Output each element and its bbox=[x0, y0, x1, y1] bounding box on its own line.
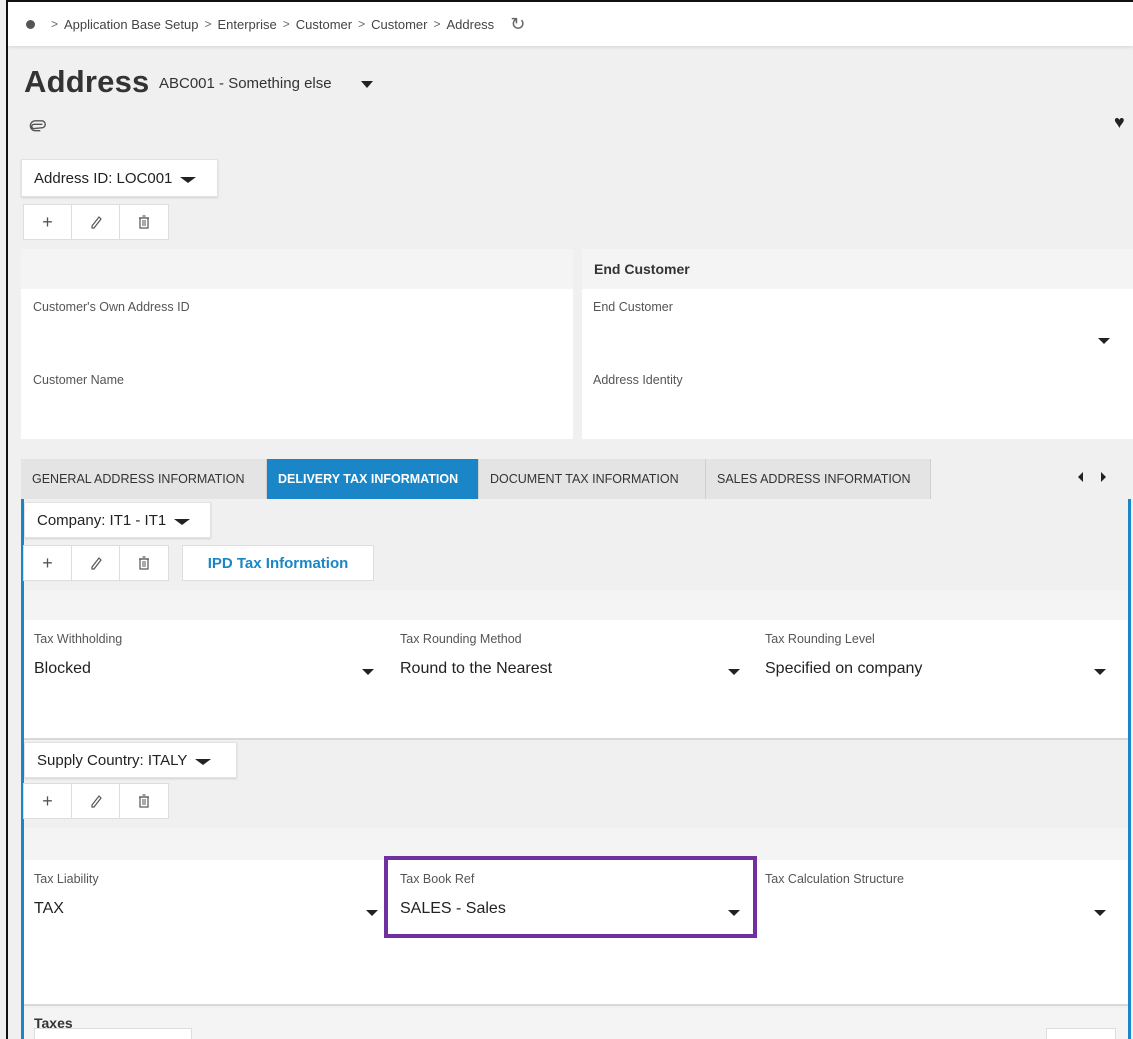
plus-icon[interactable]: + bbox=[24, 205, 72, 239]
end-customer-panel: End Customer End Customer Address Identi… bbox=[582, 249, 1133, 439]
taxes-toolbar-right bbox=[1046, 1028, 1116, 1039]
tab-general-address-information[interactable]: GENERAL ADDRESS INFORMATION bbox=[21, 459, 267, 499]
chevron-down-icon[interactable] bbox=[1098, 338, 1110, 344]
breadcrumb-item-address: Address bbox=[446, 16, 495, 32]
tax-calculation-structure-label: Tax Calculation Structure bbox=[765, 872, 904, 886]
trash-icon[interactable] bbox=[120, 784, 168, 818]
tax-rounding-method-label: Tax Rounding Method bbox=[400, 632, 522, 646]
page-title: Address bbox=[24, 64, 150, 99]
tax-liability-label: Tax Liability bbox=[34, 872, 99, 886]
chevron-down-icon[interactable] bbox=[366, 910, 378, 916]
end-customer-label: End Customer bbox=[593, 300, 673, 314]
tax-withholding-field[interactable]: Blocked bbox=[34, 660, 91, 678]
chevron-down-icon[interactable] bbox=[362, 669, 374, 675]
breadcrumb-separator: > bbox=[433, 17, 441, 31]
tax-rounding-level-field[interactable]: Specified on company bbox=[765, 660, 922, 678]
tab-document-tax-information[interactable]: DOCUMENT TAX INFORMATION bbox=[479, 459, 706, 499]
supply-toolbar: + bbox=[23, 783, 169, 819]
tab-content-border-right bbox=[1128, 499, 1131, 1039]
breadcrumb: > Application Base Setup > Enterprise > … bbox=[8, 2, 1133, 46]
pencil-icon[interactable] bbox=[72, 205, 120, 239]
tab-sales-address-information[interactable]: SALES ADDRESS INFORMATION bbox=[706, 459, 931, 499]
breadcrumb-item-customer-2[interactable]: Customer bbox=[371, 17, 427, 32]
supply-country-selector[interactable]: Supply Country: ITALY bbox=[24, 742, 237, 778]
breadcrumb-separator: > bbox=[282, 17, 290, 31]
chevron-down-icon[interactable] bbox=[1094, 910, 1106, 916]
arrow-right-icon[interactable] bbox=[1101, 472, 1106, 482]
company-toolbar: + bbox=[23, 545, 169, 581]
chevron-down-icon bbox=[174, 519, 191, 525]
tax-rounding-level-label: Tax Rounding Level bbox=[765, 632, 875, 646]
address-id-selector[interactable]: Address ID: LOC001 bbox=[21, 159, 218, 197]
paperclip-icon[interactable] bbox=[21, 113, 50, 142]
chevron-down-icon bbox=[195, 759, 212, 765]
tax-rounding-method-field[interactable]: Round to the Nearest bbox=[400, 660, 552, 678]
tab-scroll-arrows bbox=[1078, 472, 1106, 482]
breadcrumb-separator: > bbox=[204, 17, 212, 31]
address-id-label: Address ID: LOC001 bbox=[34, 169, 173, 187]
divider bbox=[24, 738, 1128, 740]
pencil-icon[interactable] bbox=[72, 784, 120, 818]
company-label: Company: IT1 - IT1 bbox=[37, 511, 167, 529]
address-left-panel-header bbox=[21, 249, 573, 289]
pencil-icon[interactable] bbox=[72, 546, 120, 580]
tab-bar: GENERAL ADDRESS INFORMATION DELIVERY TAX… bbox=[21, 459, 931, 499]
address-left-panel: Customer's Own Address ID Customer Name bbox=[21, 249, 573, 439]
end-customer-panel-title: End Customer bbox=[582, 249, 1133, 289]
arrow-left-icon[interactable] bbox=[1078, 472, 1083, 482]
refresh-icon[interactable]: ↻ bbox=[510, 14, 525, 35]
customer-own-address-id-label: Customer's Own Address ID bbox=[33, 300, 190, 314]
address-identity-label: Address Identity bbox=[593, 373, 683, 387]
trash-icon[interactable] bbox=[120, 546, 168, 580]
tab-delivery-tax-information[interactable]: DELIVERY TAX INFORMATION bbox=[267, 459, 479, 499]
heart-icon[interactable]: ♥ bbox=[1114, 112, 1125, 133]
plus-icon[interactable]: + bbox=[24, 546, 72, 580]
tax-book-ref-highlight bbox=[384, 856, 757, 938]
window-frame-left bbox=[6, 0, 8, 1039]
chevron-down-icon bbox=[180, 177, 197, 183]
chevron-down-icon[interactable] bbox=[1094, 669, 1106, 675]
company-selector[interactable]: Company: IT1 - IT1 bbox=[24, 502, 211, 538]
trash-icon[interactable] bbox=[120, 205, 168, 239]
address-toolbar: + bbox=[23, 204, 169, 240]
breadcrumb-item-application-base-setup[interactable]: Application Base Setup bbox=[64, 17, 198, 32]
plus-icon[interactable]: + bbox=[24, 784, 72, 818]
tax-liability-field[interactable]: TAX bbox=[34, 900, 64, 918]
ipd-tax-information-button[interactable]: IPD Tax Information bbox=[182, 545, 374, 581]
company-tax-panel: Tax Withholding Blocked Tax Rounding Met… bbox=[24, 590, 1128, 738]
breadcrumb-item-customer[interactable]: Customer bbox=[296, 17, 352, 32]
page-subtitle[interactable]: ABC001 - Something else bbox=[159, 75, 332, 92]
home-icon[interactable] bbox=[26, 19, 35, 29]
divider bbox=[24, 1004, 1128, 1006]
supply-country-label: Supply Country: ITALY bbox=[37, 751, 188, 769]
company-tax-panel-header bbox=[24, 590, 1128, 620]
breadcrumb-item-enterprise[interactable]: Enterprise bbox=[217, 17, 276, 32]
taxes-toolbar bbox=[34, 1028, 192, 1039]
breadcrumb-separator: > bbox=[51, 17, 59, 31]
breadcrumb-separator: > bbox=[358, 17, 366, 31]
chevron-down-icon[interactable] bbox=[728, 669, 740, 675]
customer-name-label: Customer Name bbox=[33, 373, 124, 387]
tax-withholding-label: Tax Withholding bbox=[34, 632, 123, 646]
chevron-down-icon[interactable] bbox=[361, 81, 373, 88]
